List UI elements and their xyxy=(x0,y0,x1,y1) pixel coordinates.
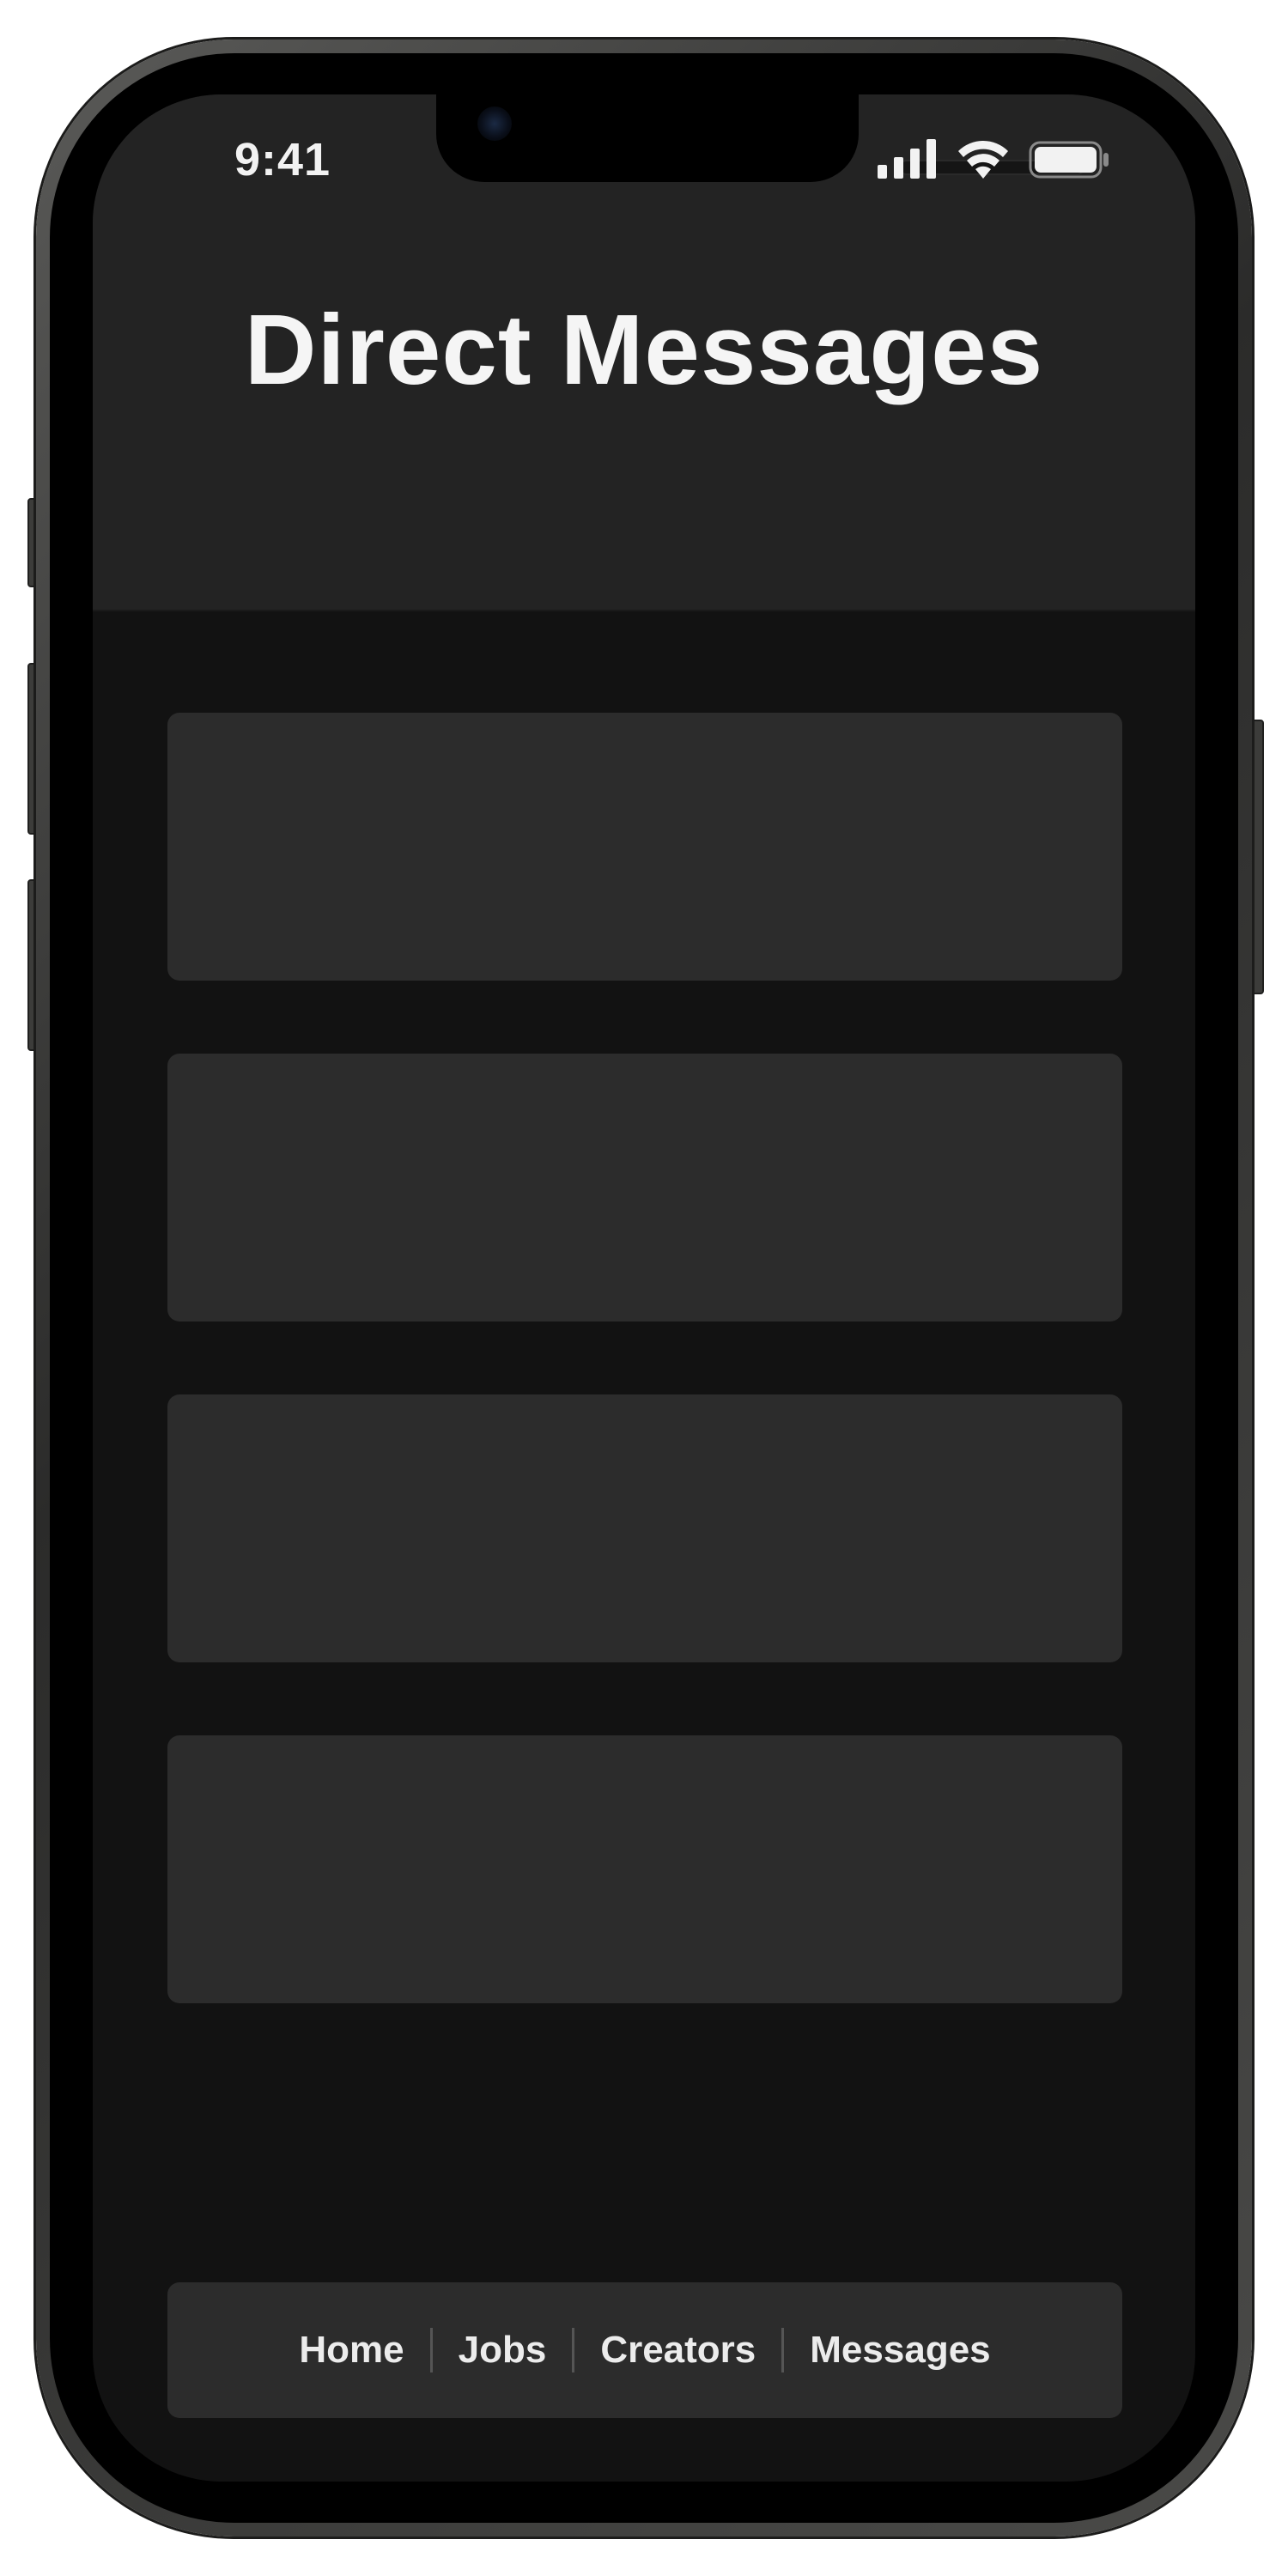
cellular-signal-icon xyxy=(878,139,936,179)
status-time: 9:41 xyxy=(234,134,331,185)
device-mockup: 9:41 Direct Messages Home Jobs Creators … xyxy=(0,0,1288,2576)
message-card[interactable] xyxy=(167,1394,1122,1662)
nav-home[interactable]: Home xyxy=(273,2329,429,2372)
message-card[interactable] xyxy=(167,713,1122,981)
phone-screen: 9:41 Direct Messages Home Jobs Creators … xyxy=(93,94,1195,2482)
nav-jobs[interactable]: Jobs xyxy=(433,2329,573,2372)
wifi-icon xyxy=(958,140,1008,179)
message-card[interactable] xyxy=(167,1054,1122,1321)
front-camera-icon xyxy=(477,106,512,141)
battery-icon xyxy=(1029,141,1109,179)
nav-creators[interactable]: Creators xyxy=(574,2329,781,2372)
app-header: 9:41 Direct Messages xyxy=(93,94,1195,611)
message-card[interactable] xyxy=(167,1735,1122,2003)
status-icons xyxy=(878,137,1109,179)
page-title: Direct Messages xyxy=(244,294,1044,405)
nav-messages[interactable]: Messages xyxy=(784,2329,1016,2372)
bottom-nav: Home Jobs Creators Messages xyxy=(167,2282,1122,2418)
power-button xyxy=(1250,720,1264,994)
